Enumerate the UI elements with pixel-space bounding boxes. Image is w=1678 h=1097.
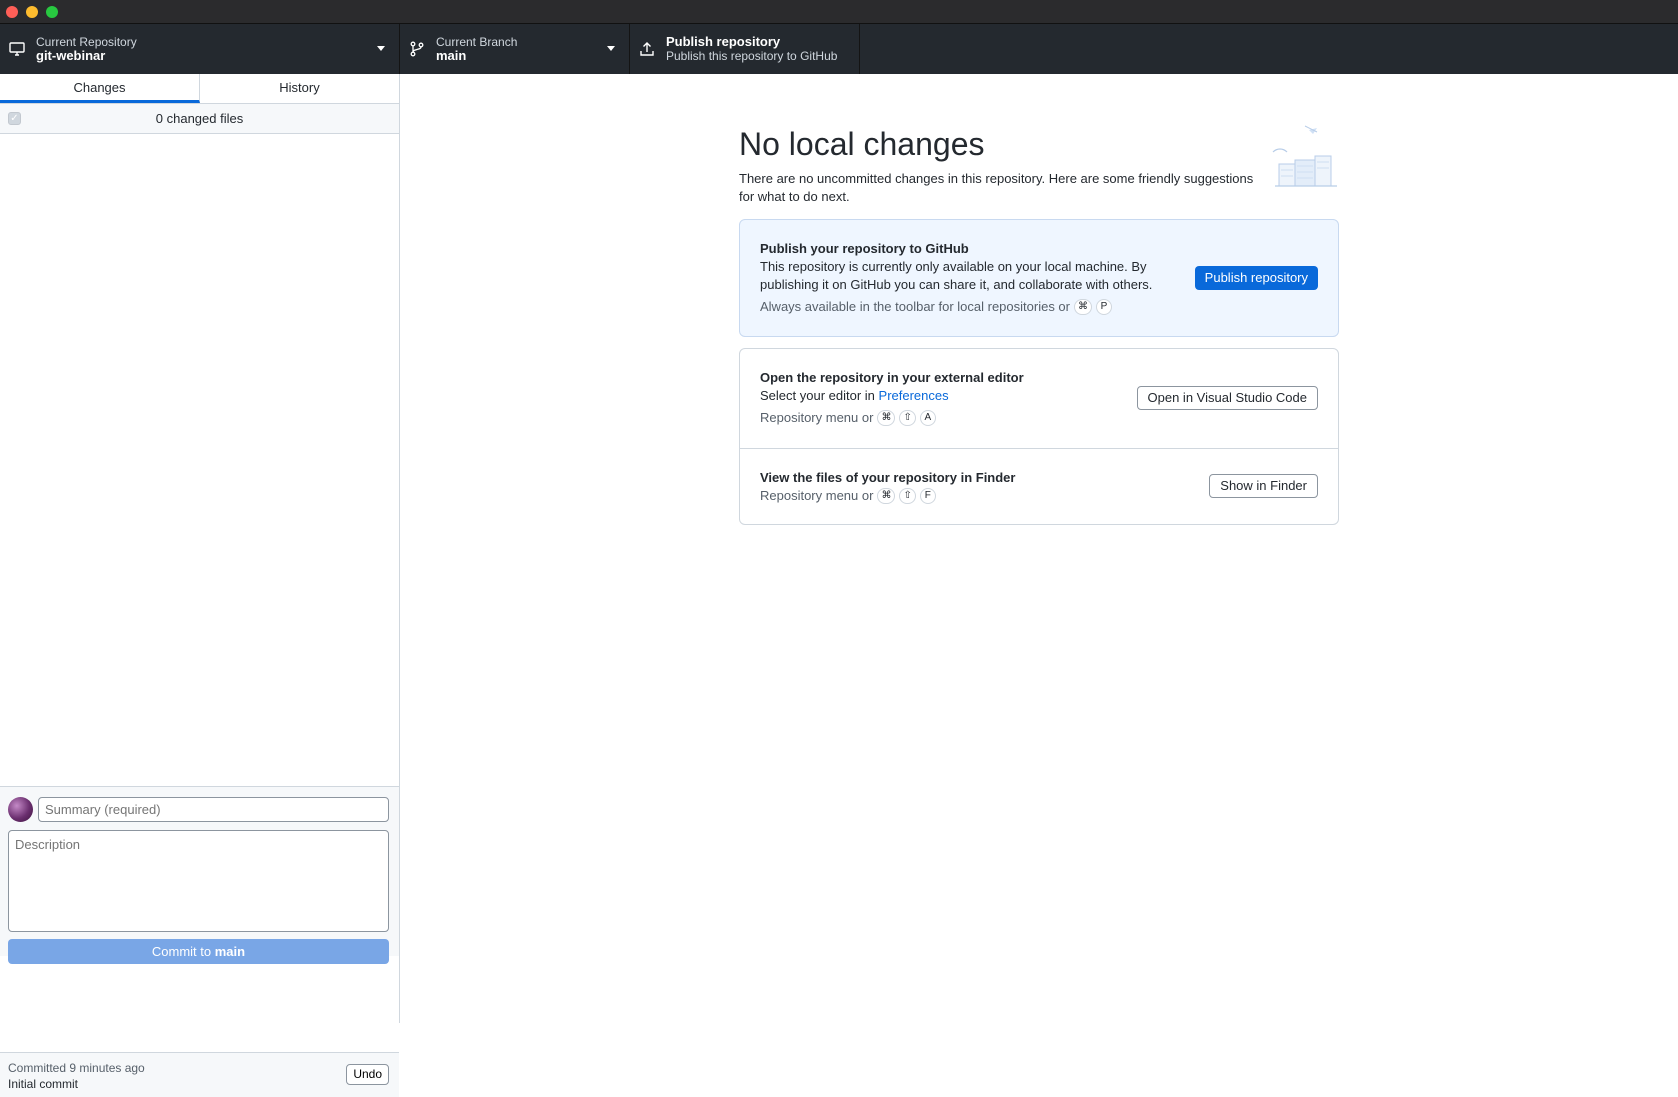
select-all-checkbox[interactable]: ✓ [8, 112, 21, 125]
publish-title: Publish repository [666, 34, 781, 49]
publish-repository-toolbar-button[interactable]: Publish repository Publish this reposito… [630, 24, 860, 74]
undo-button[interactable]: Undo [346, 1064, 389, 1085]
page-title: No local changes [739, 126, 985, 162]
editor-description-text: Select your editor in [760, 388, 875, 403]
shift-key-badge: ⇧ [899, 488, 916, 504]
editor-card-hint: Repository menu or ⌘ ⇧ A [760, 409, 1160, 427]
open-editor-row: Open the repository in your external edi… [740, 349, 1338, 449]
preferences-link[interactable]: Preferences [879, 388, 949, 403]
repository-name: git-webinar [36, 48, 106, 63]
blank-slate: No local changes There are no uncommitte… [739, 122, 1339, 206]
summary-input[interactable] [38, 797, 389, 822]
branch-icon [408, 40, 426, 58]
publish-card: Publish your repository to GitHub This r… [739, 219, 1339, 337]
chevron-down-icon [607, 46, 615, 51]
editor-hint-text: Repository menu or [760, 410, 874, 425]
command-key-badge: ⌘ [877, 488, 896, 504]
title-bar [0, 0, 1678, 24]
commit-button[interactable]: Commit to main [8, 939, 389, 964]
publish-card-title: Publish your repository to GitHub [760, 241, 969, 256]
publish-card-description: This repository is currently only availa… [760, 259, 1153, 292]
finder-card-hint: Repository menu or ⌘ ⇧ F [760, 487, 1015, 505]
publish-card-hint: Always available in the toolbar for loca… [760, 298, 1160, 316]
close-window-button[interactable] [6, 6, 18, 18]
publish-subtitle: Publish this repository to GitHub [666, 49, 838, 63]
commit-message-area: Commit to main [0, 786, 399, 964]
show-in-finder-row: View the files of your repository in Fin… [740, 449, 1338, 525]
blank-slate-illustration-icon [1272, 125, 1337, 187]
minimize-window-button[interactable] [26, 6, 38, 18]
current-branch-button[interactable]: Current Branch main [400, 24, 630, 74]
page-subtitle: There are no uncommitted changes in this… [739, 171, 1254, 204]
upload-icon [638, 40, 656, 58]
a-key-badge: A [919, 410, 936, 426]
editor-card-description: Select your editor in Preferences [760, 387, 1160, 405]
changes-list-header: ✓ 0 changed files [0, 104, 399, 134]
last-commit-message: Initial commit [8, 1077, 79, 1091]
p-key-badge: P [1096, 299, 1112, 315]
toolbar: Current Repository git-webinar Current B… [0, 24, 1678, 74]
finder-card-title: View the files of your repository in Fin… [760, 470, 1016, 485]
maximize-window-button[interactable] [46, 6, 58, 18]
publish-repository-button[interactable]: Publish repository [1194, 266, 1318, 290]
avatar [8, 797, 33, 822]
sidebar-tabs: Changes History [0, 74, 399, 104]
commit-button-branch: main [214, 944, 246, 959]
finder-hint-text: Repository menu or [760, 488, 874, 503]
changed-files-count: 0 changed files [155, 111, 244, 126]
branch-name: main [436, 48, 467, 63]
publish-hint-text: Always available in the toolbar for loca… [760, 299, 1070, 314]
editor-card-title: Open the repository in your external edi… [760, 370, 1024, 385]
last-commit-time: Committed 9 minutes ago [8, 1061, 145, 1075]
chevron-down-icon [377, 46, 385, 51]
command-key-badge: ⌘ [877, 410, 896, 426]
commit-button-label: Commit to [151, 944, 212, 959]
computer-icon [8, 40, 26, 58]
sidebar: Changes History ✓ 0 changed files Commit… [0, 74, 400, 1097]
tab-history[interactable]: History [200, 74, 399, 103]
open-in-editor-button[interactable]: Open in Visual Studio Code [1136, 386, 1318, 410]
current-repository-button[interactable]: Current Repository git-webinar [0, 24, 400, 74]
actions-card: Open the repository in your external edi… [739, 348, 1339, 525]
branch-label: Current Branch [436, 35, 518, 49]
description-field[interactable] [8, 830, 389, 932]
repository-label: Current Repository [36, 35, 137, 49]
shift-key-badge: ⇧ [899, 410, 916, 426]
f-key-badge: F [919, 488, 936, 504]
main-panel: No local changes There are no uncommitte… [400, 74, 1678, 1023]
show-in-finder-button[interactable]: Show in Finder [1209, 474, 1318, 498]
last-commit-bar: Committed 9 minutes ago Initial commit U… [0, 1052, 399, 1097]
command-key-badge: ⌘ [1074, 299, 1092, 315]
tab-changes[interactable]: Changes [0, 74, 200, 103]
